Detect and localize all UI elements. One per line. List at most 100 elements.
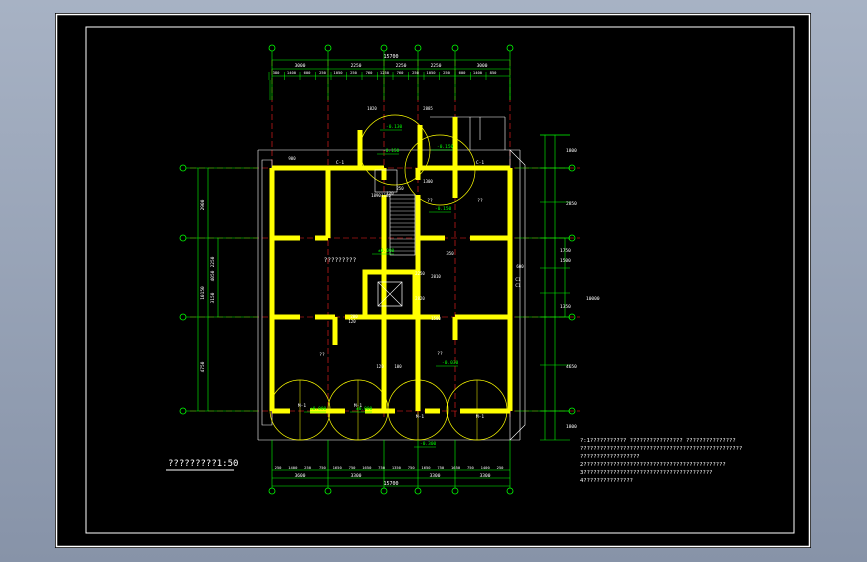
level-mark: -0.150 <box>435 206 452 212</box>
room-label: ????????? <box>324 257 357 264</box>
room-label: ?? <box>319 352 325 358</box>
dim-label: 1650 <box>362 465 372 470</box>
dim-label: 250 <box>350 70 358 75</box>
level-mark: -0.150 <box>437 144 454 150</box>
dim-label: 3300 <box>480 473 491 479</box>
dim-total: 15700 <box>383 481 398 487</box>
room-label: ?? <box>477 198 483 204</box>
dim-label: 2010 <box>431 274 441 279</box>
dim-label: 600 <box>516 264 524 269</box>
room-label: M-1 <box>476 414 484 420</box>
dim-label: 2250 <box>396 63 407 69</box>
dim-label: 2250 <box>415 271 425 276</box>
dim-label: 120 <box>348 319 356 324</box>
dim-label: 10000 <box>586 296 600 302</box>
dim-label: 120 <box>376 364 384 369</box>
dim-label: 1050 <box>333 70 343 75</box>
dim-label: 250 <box>396 186 404 191</box>
note-line: ?????????????????? <box>580 454 640 460</box>
dim-label: 1400 <box>288 465 298 470</box>
dim-label: 4750 <box>200 361 206 372</box>
room-label: M-1 <box>416 414 424 420</box>
dim-label: 1800 <box>566 424 577 430</box>
dim-label: 1050 <box>426 70 436 75</box>
room-label: C1 <box>515 277 521 283</box>
dim-label: 250 <box>275 465 283 470</box>
dim-label: 600 <box>459 70 467 75</box>
dim-label: 250 <box>412 70 420 75</box>
drawing-title: ?????????1:50 <box>168 459 238 469</box>
room-label: M-1 <box>298 403 306 409</box>
dim-label: 900 <box>288 156 296 161</box>
dim-label: 1400 <box>473 70 483 75</box>
dim-label: 1400 <box>287 70 297 75</box>
dim-label: 3000 <box>477 63 488 69</box>
dim-label: 1890 <box>371 193 381 198</box>
dim-label: 350 <box>446 251 454 256</box>
room-label: ?? <box>437 351 443 357</box>
dim-label: 750 <box>467 465 475 470</box>
note-line: 2???????????????????????????????????????… <box>580 462 726 468</box>
dim-label: 1800 <box>566 148 577 154</box>
dim-label: 750 <box>437 465 445 470</box>
dim-label: 3000 <box>295 63 306 69</box>
dim-label: 250 <box>443 70 451 75</box>
note-line: ????????????????????????????????????????… <box>580 446 742 452</box>
note-line: 3??????????????????????????????????????? <box>580 470 712 476</box>
dim-label: 760 <box>397 70 405 75</box>
dim-label: 1350 <box>392 465 402 470</box>
dim-label: 1500 <box>431 316 441 321</box>
room-label: C-1 <box>476 160 484 166</box>
room-label: C-1 <box>336 160 344 166</box>
dim-label: 2250 <box>210 256 216 267</box>
dim-label: 2820 <box>415 296 425 301</box>
dim-label: 1250 <box>380 70 390 75</box>
room-label: C1 <box>515 283 521 289</box>
dim-label: 4650 <box>566 364 577 370</box>
dim-label: 1650 <box>333 465 343 470</box>
dim-label: 750 <box>319 465 327 470</box>
dim-label: 250 <box>497 465 505 470</box>
level-mark: ±0.000 <box>378 248 395 254</box>
dim-label: 100 <box>394 364 402 369</box>
dim-total: 15700 <box>383 54 398 60</box>
dim-label: 1650 <box>421 465 431 470</box>
dim-label: 750 <box>378 465 386 470</box>
dim-label: 3600 <box>295 473 306 479</box>
dim-label: 380 <box>273 70 281 75</box>
dim-label: 1300 <box>423 179 433 184</box>
dim-label: 1500 <box>560 258 571 264</box>
dim-label: 600 <box>304 70 312 75</box>
dim-label: 10150 <box>200 286 206 300</box>
dim-label: 1750 <box>560 248 571 254</box>
note-line: ?:1??????????? ???????????????? ????????… <box>580 438 736 444</box>
room-label: ?? <box>427 198 433 204</box>
dim-label: 250 <box>304 465 312 470</box>
dim-label: 3150 <box>210 292 216 303</box>
dim-label: 4050 <box>210 270 216 281</box>
dim-label: 750 <box>349 465 357 470</box>
dim-label: 850 <box>490 70 498 75</box>
dim-label: 250 <box>319 70 327 75</box>
dim-label: 2885 <box>423 106 433 111</box>
cad-viewport[interactable]: 15700 3000 2250 2250 2250 3000 380 1400 600 250 10… <box>0 0 867 562</box>
room-label: M-1 <box>354 403 362 409</box>
level-mark: -0.300 <box>420 441 437 447</box>
note-line: 4??????????????? <box>580 478 633 484</box>
level-mark: ±0.000 <box>310 406 327 412</box>
dim-label: 2250 <box>351 63 362 69</box>
dim-label: 2900 <box>200 199 206 210</box>
level-mark: -0.130 <box>386 124 403 130</box>
dim-label: 1400 <box>481 465 491 470</box>
dim-label: 3300 <box>351 473 362 479</box>
dim-label: 2250 <box>431 63 442 69</box>
dim-label: 1650 <box>451 465 461 470</box>
dim-label: 1350 <box>560 304 571 310</box>
dim-label: 750 <box>408 465 416 470</box>
dim-label: 3300 <box>430 473 441 479</box>
dim-label: 1180 <box>381 193 391 198</box>
level-mark: -0.030 <box>442 360 459 366</box>
dim-label: 760 <box>366 70 374 75</box>
dim-label: 1820 <box>367 106 377 111</box>
level-mark: -0.150 <box>383 148 400 154</box>
